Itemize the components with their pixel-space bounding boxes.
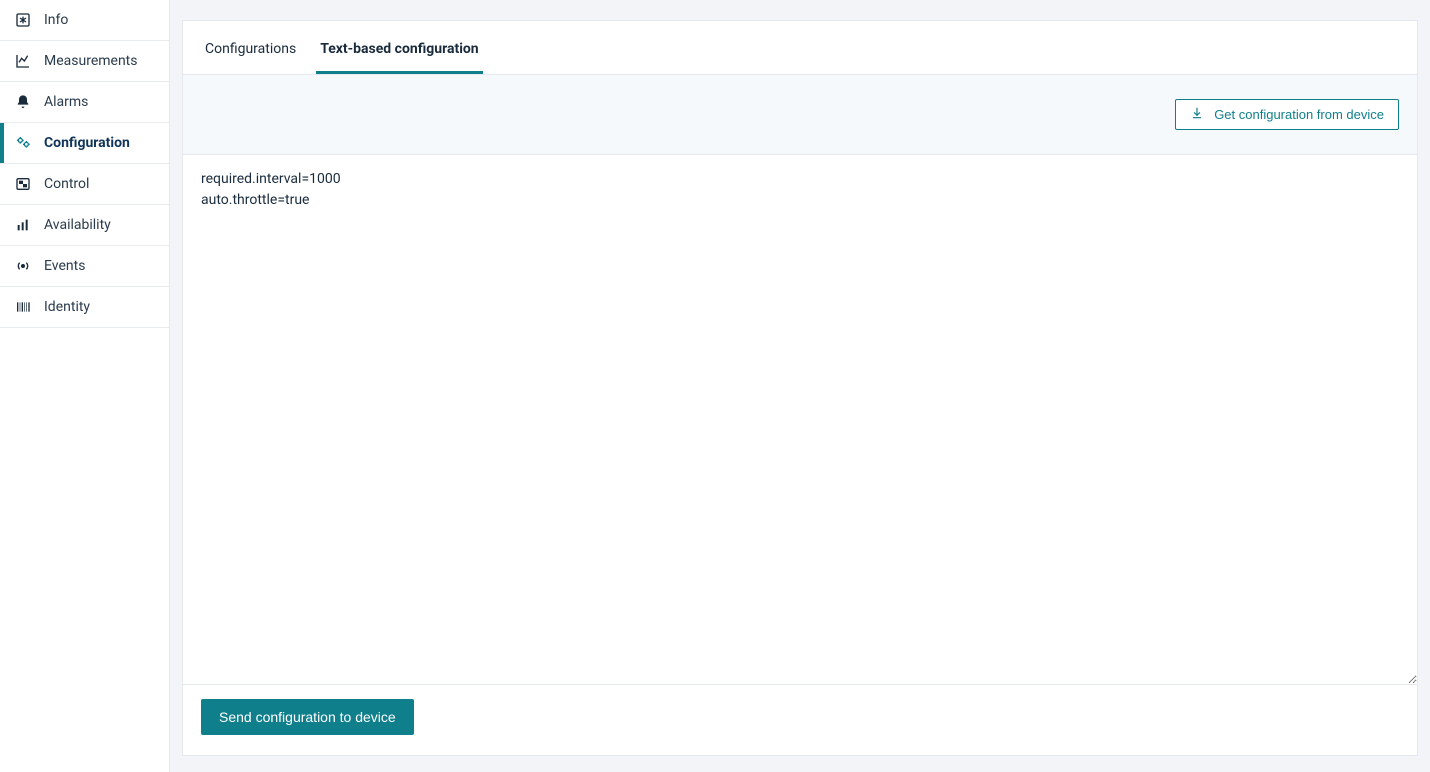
sidebar-item-measurements[interactable]: Measurements	[0, 41, 169, 82]
app-root: Info Measurements Alarms	[0, 0, 1430, 772]
button-label: Get configuration from device	[1214, 107, 1384, 122]
asterisk-square-icon	[14, 11, 32, 29]
bell-icon	[14, 93, 32, 111]
sidebar-item-label: Info	[44, 12, 68, 28]
toggle-panel-icon	[14, 175, 32, 193]
tab-text-based-configuration[interactable]: Text-based configuration	[316, 25, 482, 74]
tab-bar: Configurations Text-based configuration	[183, 21, 1417, 75]
tab-configurations[interactable]: Configurations	[201, 25, 300, 74]
sidebar: Info Measurements Alarms	[0, 0, 170, 772]
sidebar-item-label: Measurements	[44, 53, 137, 69]
button-label: Send configuration to device	[219, 709, 396, 725]
sidebar-item-identity[interactable]: Identity	[0, 287, 169, 328]
tab-label: Configurations	[205, 41, 296, 57]
broadcast-icon	[14, 257, 32, 275]
editor-wrap	[183, 155, 1417, 685]
sidebar-item-info[interactable]: Info	[0, 0, 169, 41]
sidebar-item-label: Control	[44, 176, 89, 192]
sidebar-item-label: Events	[44, 258, 85, 274]
sidebar-item-alarms[interactable]: Alarms	[0, 82, 169, 123]
get-configuration-button[interactable]: Get configuration from device	[1175, 99, 1399, 130]
barcode-icon	[14, 298, 32, 316]
cogs-icon	[14, 134, 32, 152]
send-configuration-button[interactable]: Send configuration to device	[201, 699, 414, 735]
sidebar-item-events[interactable]: Events	[0, 246, 169, 287]
sidebar-item-label: Configuration	[44, 135, 130, 151]
sidebar-item-label: Identity	[44, 299, 90, 315]
config-card: Configurations Text-based configuration …	[182, 20, 1418, 756]
sidebar-item-label: Alarms	[44, 94, 88, 110]
line-chart-icon	[14, 52, 32, 70]
sidebar-item-control[interactable]: Control	[0, 164, 169, 205]
sidebar-item-configuration[interactable]: Configuration	[0, 123, 169, 164]
card-footer: Send configuration to device	[183, 685, 1417, 755]
download-icon	[1190, 106, 1204, 123]
sidebar-item-label: Availability	[44, 217, 111, 233]
configuration-textarea[interactable]	[183, 155, 1417, 685]
sidebar-item-availability[interactable]: Availability	[0, 205, 169, 246]
bar-chart-icon	[14, 216, 32, 234]
main-content: Configurations Text-based configuration …	[170, 0, 1430, 772]
tab-label: Text-based configuration	[320, 41, 478, 57]
toolbar: Get configuration from device	[183, 75, 1417, 155]
